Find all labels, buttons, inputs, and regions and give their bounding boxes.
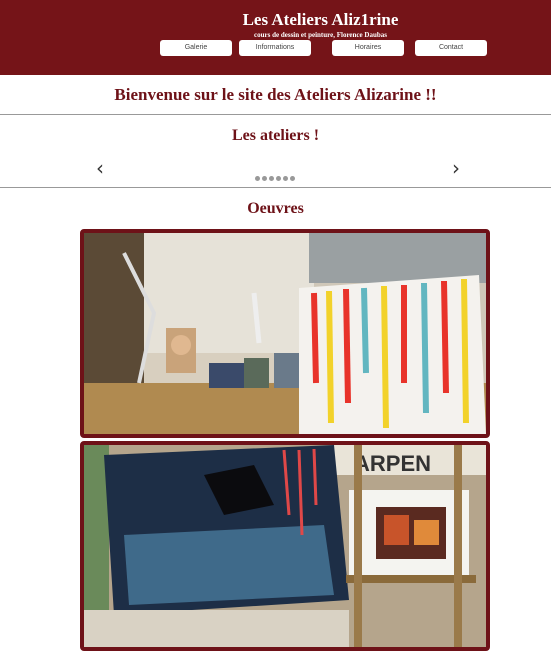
carousel-next-icon[interactable]: ›	[452, 156, 460, 180]
oeuvres-heading: Oeuvres	[247, 200, 304, 217]
atelier-photo-2-image: ARPEN	[84, 445, 486, 647]
carousel-dot[interactable]	[255, 176, 260, 181]
welcome-heading: Bienvenue sur le site des Ateliers Aliza…	[114, 85, 437, 104]
carousel-dot[interactable]	[262, 176, 267, 181]
nav-galerie-button[interactable]: Galerie	[160, 40, 232, 56]
photo-sign-text: ARPEN	[354, 451, 431, 476]
ateliers-heading: Les ateliers !	[231, 127, 320, 144]
site-subtitle: cours de dessin et peinture, Florence Da…	[254, 31, 387, 39]
carousel-dot[interactable]	[269, 176, 274, 181]
nav-informations-button[interactable]: Informations	[239, 40, 311, 56]
atelier-photo-1-image	[84, 233, 486, 434]
atelier-photo-2[interactable]: ARPEN	[80, 441, 490, 651]
carousel-indicators	[255, 176, 297, 182]
carousel-dot[interactable]	[290, 176, 295, 181]
carousel-dot[interactable]	[283, 176, 288, 181]
carousel-dot[interactable]	[276, 176, 281, 181]
divider	[0, 114, 551, 115]
nav-horaires-button[interactable]: Horaires	[332, 40, 404, 56]
divider	[0, 187, 551, 188]
nav-contact-button[interactable]: Contact	[415, 40, 487, 56]
site-header: Les Ateliers Aliz1rine cours de dessin e…	[0, 0, 551, 75]
atelier-photo-1[interactable]	[80, 229, 490, 438]
carousel-prev-icon[interactable]: ‹	[96, 156, 104, 180]
site-title: Les Ateliers Aliz1rine	[242, 10, 399, 29]
